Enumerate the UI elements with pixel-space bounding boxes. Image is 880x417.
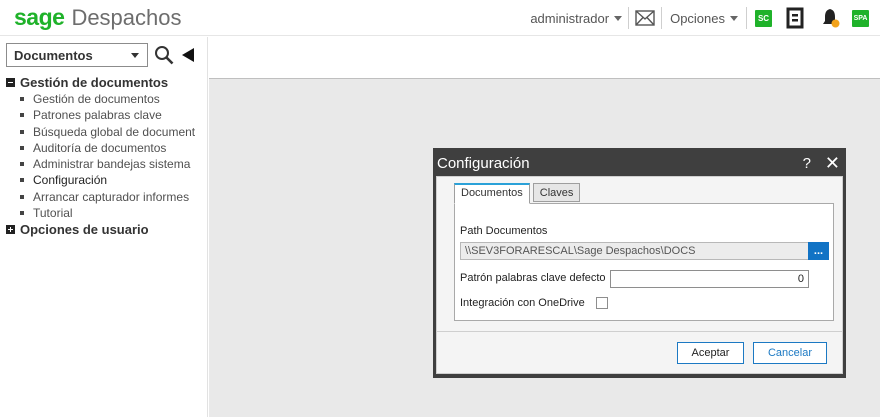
tree-group-label: Gestión de documentos bbox=[20, 75, 169, 90]
dialog-title-actions: ? ✕ bbox=[803, 154, 840, 172]
configuration-dialog: Configuración ? ✕ Documentos Claves Path… bbox=[433, 148, 846, 378]
sidebar: Documentos Gestión de documentos Gestión… bbox=[0, 37, 208, 417]
envelope-icon[interactable] bbox=[629, 4, 661, 32]
chevron-down-icon bbox=[730, 15, 738, 21]
collapse-arrow-icon[interactable] bbox=[179, 44, 197, 66]
help-icon[interactable]: ? bbox=[803, 155, 811, 172]
chevron-down-icon bbox=[131, 52, 139, 58]
dialog-body: Documentos Claves Path Documentos \\SEV3… bbox=[436, 176, 843, 374]
divider bbox=[746, 7, 747, 29]
onedrive-label: Integración con OneDrive bbox=[460, 297, 585, 309]
document-icon[interactable] bbox=[782, 4, 808, 32]
search-icon[interactable] bbox=[153, 44, 175, 66]
collapse-toggle-icon[interactable] bbox=[6, 78, 15, 87]
user-menu-label: administrador bbox=[530, 10, 610, 26]
app-name: Despachos bbox=[71, 5, 182, 30]
divider bbox=[661, 7, 663, 29]
tree-item-patrones-palabras-clave[interactable]: Patrones palabras clave bbox=[20, 107, 208, 123]
dialog-tabs: Documentos Claves bbox=[454, 183, 583, 204]
spa-badge[interactable]: SPA bbox=[852, 9, 869, 27]
header-actions: administrador Opciones SC SPA bbox=[530, 0, 880, 36]
sage-logo-text: sage bbox=[14, 4, 65, 30]
tree-group-gestion-documentos[interactable]: Gestión de documentos bbox=[6, 74, 208, 91]
user-menu[interactable]: administrador bbox=[530, 10, 623, 26]
path-documentos-field[interactable]: \\SEV3FORARESCAL\Sage Despachos\DOCS bbox=[460, 242, 814, 260]
options-menu-label: Opciones bbox=[670, 10, 725, 26]
dialog-title-bar[interactable]: Configuración ? ✕ bbox=[436, 150, 843, 176]
path-label: Path Documentos bbox=[460, 225, 548, 237]
tab-documentos[interactable]: Documentos bbox=[454, 183, 530, 204]
tree-item-administrar-bandejas[interactable]: Administrar bandejas sistema bbox=[20, 156, 208, 172]
tree-item-configuracion[interactable]: Configuración bbox=[20, 172, 208, 188]
dialog-title: Configuración bbox=[437, 154, 530, 172]
bell-icon[interactable] bbox=[818, 4, 844, 32]
tree-group-opciones-usuario[interactable]: Opciones de usuario bbox=[6, 221, 208, 238]
tab-claves[interactable]: Claves bbox=[532, 183, 581, 202]
tree-items: Gestión de documentos Patrones palabras … bbox=[20, 91, 208, 221]
brand-logo[interactable]: sage Despachos bbox=[14, 4, 182, 31]
tree-item-tutorial[interactable]: Tutorial bbox=[20, 205, 208, 221]
tree-item-gestion-documentos[interactable]: Gestión de documentos bbox=[20, 91, 208, 107]
expand-toggle-icon[interactable] bbox=[6, 225, 15, 235]
module-select-value: Documentos bbox=[14, 47, 93, 63]
app-header: sage Despachos administrador Opciones SC… bbox=[0, 0, 880, 36]
onedrive-checkbox[interactable] bbox=[596, 297, 608, 309]
browse-button[interactable]: ... bbox=[808, 242, 829, 260]
close-icon[interactable]: ✕ bbox=[825, 154, 840, 172]
module-select[interactable]: Documentos bbox=[6, 43, 148, 67]
sc-badge[interactable]: SC bbox=[755, 9, 772, 27]
tree-group-label: Opciones de usuario bbox=[20, 222, 149, 238]
tree-item-busqueda-global[interactable]: Búsqueda global de document bbox=[20, 124, 208, 140]
chevron-down-icon bbox=[614, 15, 623, 21]
main-toolbar bbox=[209, 37, 880, 79]
pattern-default-field[interactable]: 0 bbox=[610, 270, 809, 288]
accept-button[interactable]: Aceptar bbox=[677, 342, 744, 364]
sidebar-toolbar: Documentos bbox=[6, 43, 197, 67]
dialog-divider bbox=[437, 331, 842, 332]
options-menu[interactable]: Opciones bbox=[670, 11, 738, 26]
pattern-label: Patrón palabras clave defecto bbox=[460, 272, 606, 284]
tab-panel-documentos: Path Documentos \\SEV3FORARESCAL\Sage De… bbox=[454, 203, 834, 321]
tree-item-auditoria-documentos[interactable]: Auditoría de documentos bbox=[20, 140, 208, 156]
cancel-button[interactable]: Cancelar bbox=[753, 342, 827, 364]
navigation-tree: Gestión de documentos Gestión de documen… bbox=[6, 74, 208, 238]
tree-item-arrancar-capturador[interactable]: Arrancar capturador informes bbox=[20, 189, 208, 205]
